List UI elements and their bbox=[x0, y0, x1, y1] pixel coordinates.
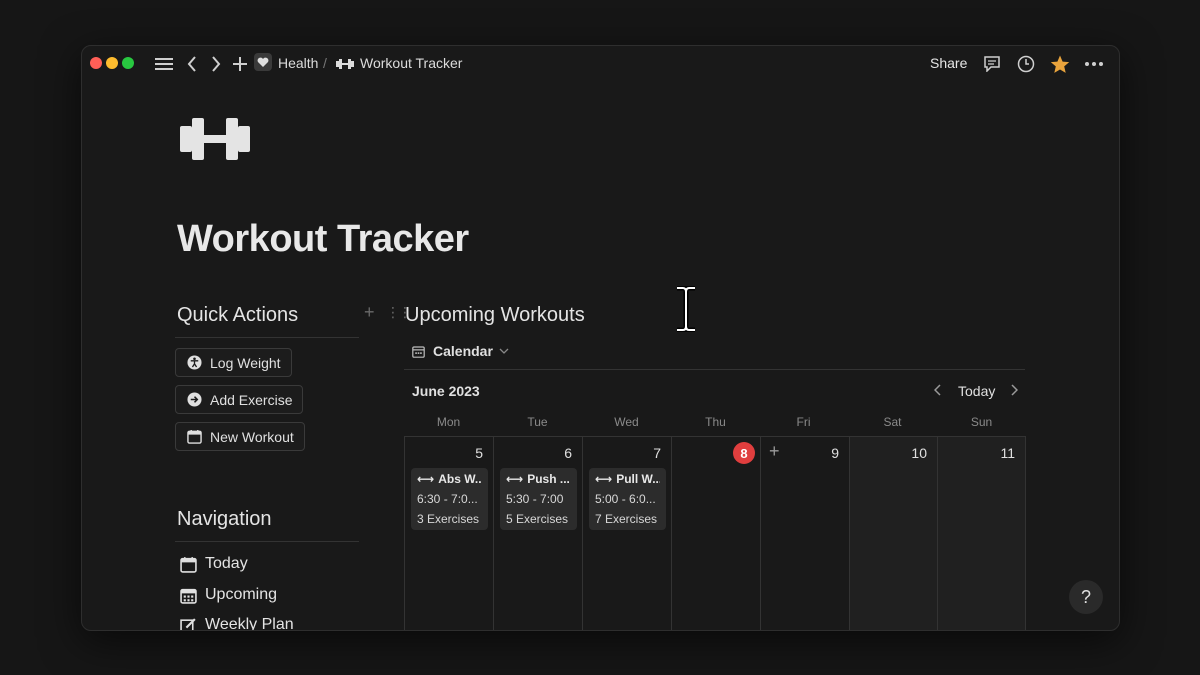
page-title[interactable]: Workout Tracker bbox=[177, 218, 469, 261]
calendar-day-cell[interactable]: 6 ⟷ Push ... 5:30 - 7:00 5 Exercises bbox=[494, 437, 583, 630]
quick-actions-heading: Quick Actions bbox=[177, 304, 299, 326]
calendar-icon bbox=[179, 555, 197, 573]
add-exercise-button[interactable]: Add Exercise bbox=[175, 385, 304, 414]
month-label: June 2023 bbox=[412, 383, 480, 399]
forward-icon[interactable] bbox=[206, 54, 226, 74]
calendar-day-cell[interactable]: 7 ⟷ Pull W... 5:00 - 6:0... 7 Exercises bbox=[583, 437, 672, 630]
button-label: New Workout bbox=[210, 428, 294, 445]
event-exercises: 7 Exercises bbox=[595, 512, 658, 526]
dumbbell-icon: ⟷ bbox=[506, 472, 524, 486]
plus-icon[interactable] bbox=[230, 54, 250, 74]
day-number: 11 bbox=[1000, 445, 1015, 461]
divider bbox=[404, 369, 1025, 370]
event-title: Pull W... bbox=[616, 472, 660, 486]
menu-icon[interactable] bbox=[154, 54, 174, 74]
calendar-icon bbox=[412, 345, 425, 358]
add-block-icon[interactable]: + bbox=[364, 302, 375, 323]
today-day-number: 8 bbox=[733, 442, 755, 464]
chevron-left-icon[interactable] bbox=[933, 383, 942, 399]
event-title: Push ... bbox=[527, 472, 570, 486]
back-icon[interactable] bbox=[182, 54, 202, 74]
edit-icon bbox=[179, 616, 197, 630]
weekday-header: Tue bbox=[527, 415, 548, 429]
button-label: Log Weight bbox=[210, 354, 281, 371]
accessibility-icon bbox=[186, 355, 202, 371]
chevron-down-icon bbox=[499, 348, 509, 354]
day-number: 5 bbox=[475, 445, 483, 461]
calendar-day-cell[interactable]: 5 ⟷ Abs W... 6:30 - 7:0... 3 Exercises bbox=[405, 437, 494, 630]
star-icon[interactable] bbox=[1050, 54, 1070, 74]
chevron-right-icon[interactable] bbox=[1010, 383, 1019, 399]
nav-item-label: Upcoming bbox=[205, 586, 278, 603]
event-exercises: 5 Exercises bbox=[506, 512, 569, 526]
event-card[interactable]: ⟷ Abs W... 6:30 - 7:0... 3 Exercises bbox=[411, 468, 488, 530]
day-number: 10 bbox=[911, 445, 927, 461]
heart-pulse-icon bbox=[254, 53, 272, 71]
divider bbox=[175, 541, 359, 542]
text-cursor-icon bbox=[674, 285, 698, 333]
weekday-header: Sat bbox=[883, 415, 902, 429]
day-number: 6 bbox=[564, 445, 572, 461]
app-window: Health / Workout Tracker Share Workout T… bbox=[81, 45, 1120, 631]
nav-item-label: Today bbox=[205, 555, 248, 572]
dumbbell-icon bbox=[335, 54, 355, 74]
breadcrumb-separator: / bbox=[323, 55, 327, 71]
day-number: 9 bbox=[831, 445, 839, 461]
minimize-window-button[interactable] bbox=[106, 57, 118, 69]
calendar-grid: 5 ⟷ Abs W... 6:30 - 7:0... 3 Exercises 6 … bbox=[404, 436, 1026, 630]
calendar-day-cell[interactable]: 11 bbox=[938, 437, 1026, 630]
weekday-header: Wed bbox=[614, 415, 639, 429]
calendar-day-cell[interactable]: + 9 bbox=[761, 437, 850, 630]
new-workout-button[interactable]: New Workout bbox=[175, 422, 305, 451]
weekday-header: Sun bbox=[970, 415, 993, 429]
add-event-icon[interactable]: + bbox=[769, 442, 785, 460]
dumbbell-icon: ⟷ bbox=[595, 472, 613, 486]
close-window-button[interactable] bbox=[90, 57, 102, 69]
view-label: Calendar bbox=[433, 343, 493, 359]
event-time: 6:30 - 7:0... bbox=[417, 492, 478, 506]
breadcrumb-parent[interactable]: Health bbox=[278, 55, 318, 71]
event-card[interactable]: ⟷ Push ... 5:30 - 7:00 5 Exercises bbox=[500, 468, 577, 530]
weekday-header: Thu bbox=[705, 415, 726, 429]
calendar-day-cell[interactable]: 10 bbox=[850, 437, 938, 630]
day-number: 7 bbox=[653, 445, 661, 461]
share-button[interactable]: Share bbox=[930, 55, 967, 71]
nav-item-label: Weekly Plan bbox=[205, 616, 294, 631]
breadcrumb-current[interactable]: Workout Tracker bbox=[360, 55, 462, 71]
event-title: Abs W... bbox=[438, 472, 482, 486]
maximize-window-button[interactable] bbox=[122, 57, 134, 69]
more-options-icon[interactable] bbox=[1084, 54, 1104, 74]
event-time: 5:30 - 7:00 bbox=[506, 492, 564, 506]
calendar-icon bbox=[186, 429, 202, 445]
button-label: Add Exercise bbox=[210, 391, 293, 408]
weekday-header: Mon bbox=[436, 415, 461, 429]
log-weight-button[interactable]: Log Weight bbox=[175, 348, 292, 377]
nav-item-weekly-plan[interactable]: Weekly Plan bbox=[179, 616, 294, 631]
nav-item-today[interactable]: Today bbox=[179, 555, 248, 573]
nav-item-upcoming[interactable]: Upcoming bbox=[179, 586, 277, 604]
comment-icon[interactable] bbox=[982, 54, 1002, 74]
history-icon[interactable] bbox=[1016, 54, 1036, 74]
dumbbell-icon: ⟷ bbox=[417, 472, 435, 486]
event-exercises: 3 Exercises bbox=[417, 512, 480, 526]
event-time: 5:00 - 6:0... bbox=[595, 492, 656, 506]
calendar-day-cell-today[interactable]: 8 bbox=[672, 437, 761, 630]
divider bbox=[175, 337, 359, 338]
weekday-header: Fri bbox=[796, 415, 811, 429]
help-button[interactable]: ? bbox=[1069, 580, 1103, 614]
upcoming-workouts-heading: Upcoming Workouts bbox=[405, 304, 585, 326]
calendar-grid-icon bbox=[179, 586, 197, 604]
today-button[interactable]: Today bbox=[958, 383, 995, 399]
arrow-circle-icon bbox=[186, 392, 202, 408]
calendar-view-tab[interactable]: Calendar bbox=[412, 343, 509, 359]
navigation-heading: Navigation bbox=[177, 508, 272, 530]
top-bar: Health / Workout Tracker Share bbox=[82, 46, 1119, 82]
page-dumbbell-icon[interactable] bbox=[180, 116, 252, 164]
event-card[interactable]: ⟷ Pull W... 5:00 - 6:0... 7 Exercises bbox=[589, 468, 666, 530]
